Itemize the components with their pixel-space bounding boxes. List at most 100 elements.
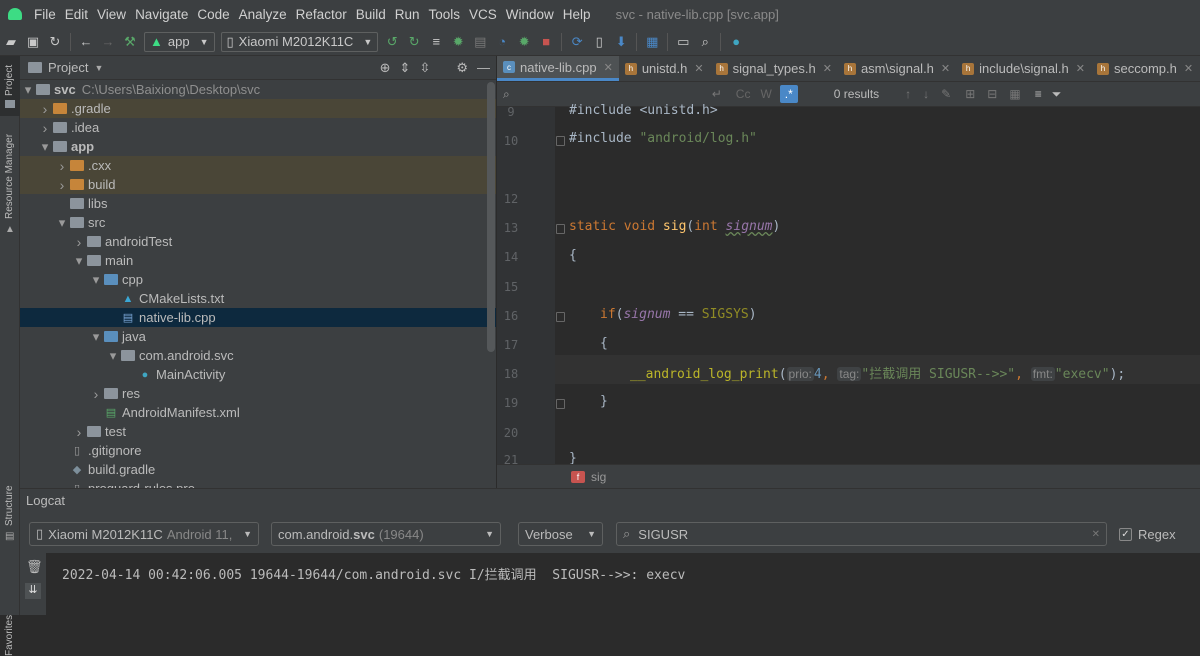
menu-refactor[interactable]: Refactor xyxy=(296,7,347,22)
trash-icon[interactable]: 🗑 xyxy=(26,559,43,575)
gear-icon[interactable]: ⚙ xyxy=(456,60,468,76)
logcat-process-select[interactable]: com.android. svc (19644) ▼ xyxy=(271,522,501,546)
chevron-down-icon[interactable]: ▾ xyxy=(88,329,104,345)
presentation-icon[interactable]: ▭ xyxy=(673,32,693,52)
favorites-tool-label[interactable]: Favorites xyxy=(4,615,15,656)
sdk-manager-icon[interactable]: ⬇ xyxy=(611,32,631,52)
editor-breadcrumb[interactable]: f sig xyxy=(497,464,1200,488)
tree-item[interactable]: › build xyxy=(20,175,496,194)
chevron-right-icon[interactable]: › xyxy=(71,424,87,440)
tree-item[interactable]: › .gradle xyxy=(20,99,496,118)
fold-marker-icon[interactable] xyxy=(556,224,565,234)
code-line-9[interactable]: #include <unistd.h> xyxy=(569,103,718,118)
project-structure-icon[interactable]: ▦ xyxy=(642,32,662,52)
previous-occurrence-icon[interactable]: ↑ xyxy=(905,87,911,101)
logcat-title[interactable]: Logcat xyxy=(26,493,65,508)
tree-item[interactable]: › res xyxy=(20,384,496,403)
code-line-13[interactable]: static void sig(int signum) xyxy=(569,219,780,234)
tree-item[interactable]: ▯ .gitignore xyxy=(20,441,496,460)
run-config-select[interactable]: ▲ app ▼ xyxy=(144,31,215,52)
log-line[interactable]: 2022-04-14 00:42:06.005 19644-19644/com.… xyxy=(62,564,685,583)
select-all-occurrences-icon[interactable]: ▦ xyxy=(1009,87,1020,101)
project-scrollbar[interactable] xyxy=(487,82,495,352)
project-panel-title[interactable]: Project xyxy=(48,60,88,75)
chevron-down-icon[interactable]: ▾ xyxy=(54,215,70,231)
apply-code-changes-icon[interactable]: ↻ xyxy=(404,32,424,52)
code-with-me-icon[interactable]: ● xyxy=(726,32,746,52)
debug-icon[interactable]: ✹ xyxy=(448,32,468,52)
menu-build[interactable]: Build xyxy=(356,7,386,22)
save-icon[interactable]: ▣ xyxy=(23,32,43,52)
fold-marker-icon[interactable] xyxy=(556,136,565,146)
clear-icon[interactable]: ✕ xyxy=(1092,529,1100,540)
close-icon[interactable]: ✕ xyxy=(941,62,950,75)
code-line-17[interactable]: { xyxy=(600,336,608,351)
chevron-down-icon[interactable]: ▾ xyxy=(71,253,87,269)
close-icon[interactable]: ✕ xyxy=(694,62,703,75)
make-project-icon[interactable]: ⚒ xyxy=(120,32,140,52)
editor-tab[interactable]: h unistd.h ✕ xyxy=(619,56,710,81)
tree-item[interactable]: ▾ java xyxy=(20,327,496,346)
line-number[interactable]: 16 xyxy=(497,309,525,323)
line-number[interactable]: 12 xyxy=(497,192,525,206)
attach-debugger-icon[interactable]: ✹ xyxy=(514,32,534,52)
close-icon[interactable]: ✕ xyxy=(604,61,613,74)
tree-item[interactable]: › androidTest xyxy=(20,232,496,251)
logcat-search-input[interactable]: ⌕ SIGUSR ✕ xyxy=(616,522,1107,546)
chevron-right-icon[interactable]: › xyxy=(54,158,70,174)
forward-icon[interactable]: → xyxy=(98,32,118,52)
add-selection-icon[interactable]: ⊞ xyxy=(965,87,975,101)
tree-item[interactable]: › test xyxy=(20,422,496,441)
hide-icon[interactable]: — xyxy=(477,60,490,76)
chevron-right-icon[interactable]: › xyxy=(54,177,70,193)
line-number[interactable]: 13 xyxy=(497,221,525,235)
next-occurrence-icon[interactable]: ↓ xyxy=(923,87,929,101)
chevron-right-icon[interactable]: › xyxy=(88,386,104,402)
back-icon[interactable]: ← xyxy=(76,32,96,52)
open-folder-icon[interactable]: ▰ xyxy=(1,32,21,52)
close-icon[interactable]: ✕ xyxy=(1076,62,1085,75)
gradle-sync-icon[interactable]: ⟳ xyxy=(567,32,587,52)
resource-manager-tool-label[interactable]: Resource Manager xyxy=(4,134,15,219)
search-icon[interactable]: ⌕ xyxy=(503,87,510,102)
line-number[interactable]: 19 xyxy=(497,396,525,410)
code-line-19[interactable]: } xyxy=(600,394,608,409)
code-line-10[interactable]: #include "android/log.h" xyxy=(569,131,757,146)
line-number[interactable]: 18 xyxy=(497,367,525,381)
new-line-icon[interactable]: ↵ xyxy=(712,87,722,101)
editor-tab[interactable]: h include\signal.h ✕ xyxy=(956,56,1091,81)
remove-selection-icon[interactable]: ⊟ xyxy=(987,87,997,101)
apply-changes-icon[interactable]: ↺ xyxy=(382,32,402,52)
profile-icon[interactable]: ◔ xyxy=(492,32,512,52)
menu-window[interactable]: Window xyxy=(506,7,554,22)
menu-navigate[interactable]: Navigate xyxy=(135,7,188,22)
filter-icon[interactable]: ⏷ xyxy=(1052,87,1062,102)
regex-toggle[interactable]: .* xyxy=(779,85,798,103)
code-line-18[interactable]: __android_log_print(prio: 4, tag: "拦截调用 SI… xyxy=(630,363,1125,382)
chevron-right-icon[interactable]: › xyxy=(37,120,53,136)
chevron-right-icon[interactable]: › xyxy=(37,101,53,117)
chevron-down-icon[interactable]: ▾ xyxy=(20,82,36,98)
tree-item[interactable]: ▤ native-lib.cpp xyxy=(20,308,496,327)
menu-view[interactable]: View xyxy=(97,7,126,22)
device-select[interactable]: ▯ Xiaomi M2012K11C ▼ xyxy=(220,31,379,52)
coverage-icon[interactable]: ▤ xyxy=(470,32,490,52)
locate-icon[interactable]: ⊕ xyxy=(380,60,391,76)
tree-item[interactable]: ▾ com.android.svc xyxy=(20,346,496,365)
regex-checkbox[interactable]: ✓ xyxy=(1119,528,1132,541)
line-number[interactable]: 14 xyxy=(497,250,525,264)
chevron-down-icon[interactable]: ▼ xyxy=(94,63,103,73)
tree-item[interactable]: libs xyxy=(20,194,496,213)
code-line-16[interactable]: if(signum == SIGSYS) xyxy=(600,307,757,322)
tree-item[interactable]: ▾ app xyxy=(20,137,496,156)
editor-tab[interactable]: h seccomp.h ✕ xyxy=(1091,56,1199,81)
project-tool-label[interactable]: Project xyxy=(4,65,15,96)
expand-all-icon[interactable]: ⇕ xyxy=(400,60,411,76)
editor-tab[interactable]: h signal_types.h ✕ xyxy=(710,56,838,81)
line-number[interactable]: 17 xyxy=(497,338,525,352)
tree-item[interactable]: ▤ AndroidManifest.xml xyxy=(20,403,496,422)
chevron-right-icon[interactable]: › xyxy=(71,234,87,250)
line-number[interactable]: 10 xyxy=(497,134,525,148)
match-case-toggle[interactable]: Cc xyxy=(736,87,751,101)
menu-tools[interactable]: Tools xyxy=(429,7,461,22)
